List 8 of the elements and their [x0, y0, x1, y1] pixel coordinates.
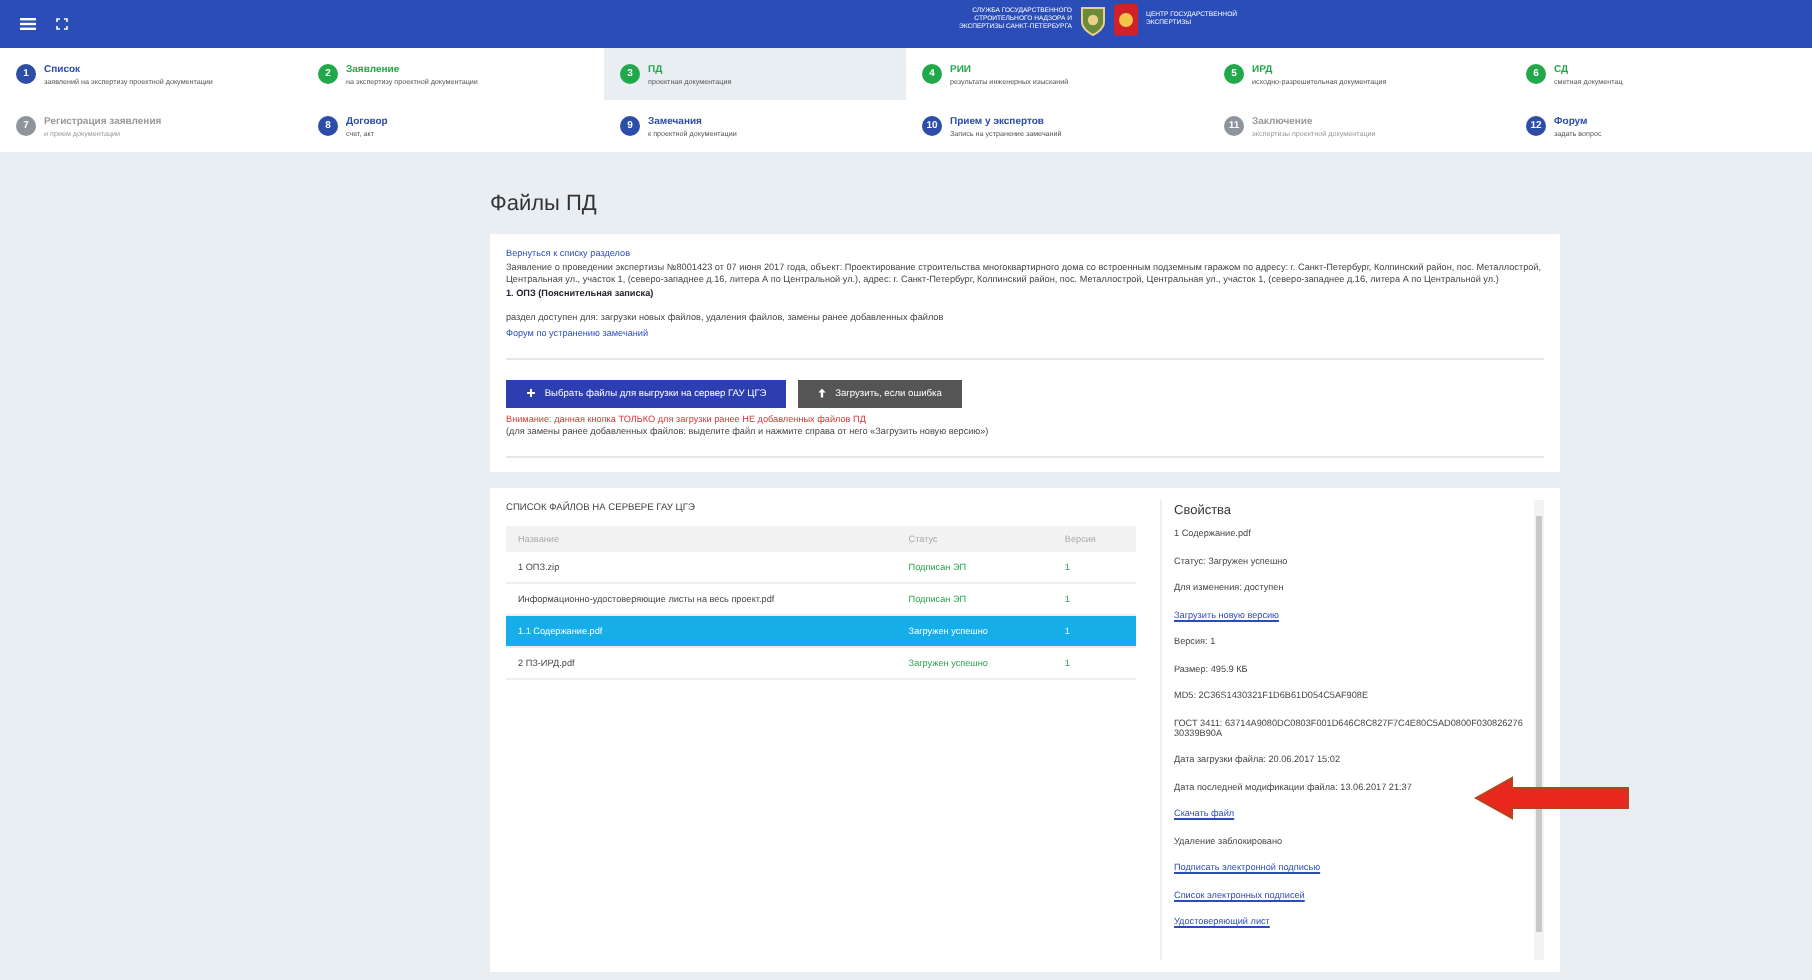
plus-icon	[526, 387, 536, 398]
fullscreen-icon[interactable]	[56, 18, 68, 30]
emblem-icon	[1114, 4, 1138, 36]
page-title: Файлы ПД	[490, 190, 599, 220]
upload-icon	[818, 387, 827, 398]
menu-icon[interactable]	[20, 18, 36, 30]
scrollbar[interactable]	[1534, 500, 1544, 961]
shield-emblem-icon	[1080, 4, 1106, 36]
